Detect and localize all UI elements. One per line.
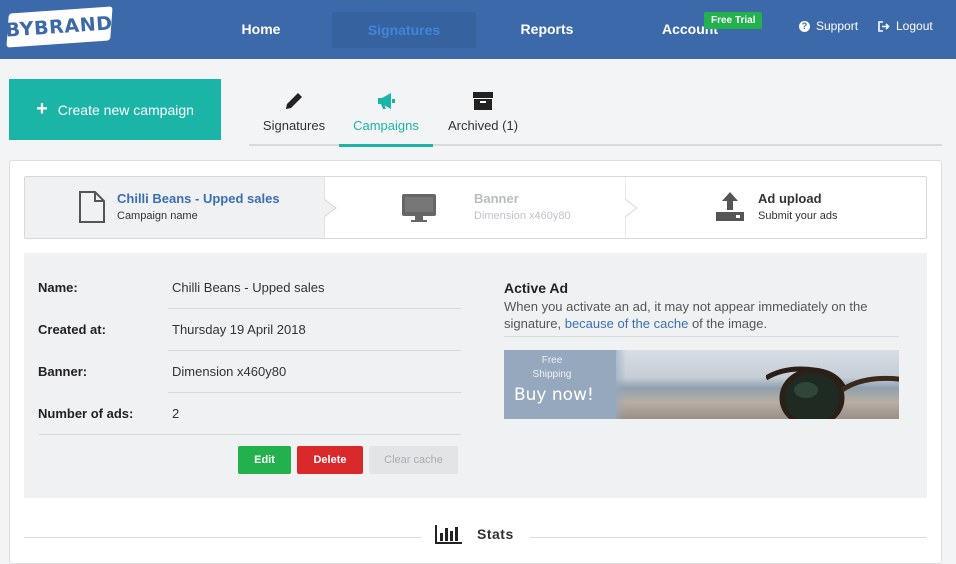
- detail-value: Chilli Beans - Upped sales: [172, 280, 325, 295]
- step-campaign-title: Chilli Beans - Upped sales: [117, 191, 280, 206]
- step-campaign-subtitle: Campaign name: [117, 210, 198, 222]
- edit-button[interactable]: Edit: [238, 446, 291, 474]
- logout-label: Logout: [896, 19, 933, 33]
- detail-label: Banner:: [38, 364, 88, 379]
- question-icon: ?: [799, 20, 810, 32]
- nav-signatures[interactable]: Signatures: [332, 12, 476, 48]
- bybrand-logo[interactable]: BYBRAND: [5, 6, 114, 48]
- pencil-icon: [286, 93, 302, 109]
- monitor-icon: [402, 194, 436, 222]
- detail-value: 2: [172, 406, 180, 421]
- active-ad-title: Active Ad: [504, 280, 569, 296]
- tab-campaigns-label: Campaigns: [353, 118, 419, 133]
- step-banner-title: Banner: [474, 191, 519, 206]
- detail-row: Number of ads: 2: [38, 393, 461, 435]
- nav-reports[interactable]: Reports: [505, 0, 589, 59]
- megaphone-icon: [378, 93, 395, 109]
- detail-row: Name: Chilli Beans - Upped sales: [38, 267, 461, 309]
- clear-cache-button[interactable]: Clear cache: [369, 446, 458, 474]
- active-ad-description: When you activate an ad, it may not appe…: [504, 298, 904, 332]
- create-campaign-label: Create new campaign: [57, 101, 194, 118]
- top-navbar: BYBRAND Home Signatures Reports Account …: [0, 0, 956, 59]
- step-upload-title: Ad upload: [758, 191, 822, 206]
- tab-signatures[interactable]: Signatures: [249, 85, 339, 146]
- detail-label: Created at:: [38, 322, 106, 337]
- step-banner[interactable]: Banner Dimension x460y80: [325, 177, 626, 238]
- nav-home[interactable]: Home: [222, 0, 300, 59]
- stats-header: Stats: [435, 524, 514, 544]
- banner-free-shipping: Free Shipping: [504, 354, 600, 382]
- banner-shipping-text: Shipping: [532, 369, 572, 380]
- tab-signatures-label: Signatures: [262, 118, 326, 133]
- active-ad-divider: [504, 336, 899, 337]
- campaign-steps: Chilli Beans - Upped sales Campaign name…: [24, 176, 927, 239]
- detail-row: Banner: Dimension x460y80: [38, 351, 461, 393]
- banner-fade: [610, 350, 626, 419]
- step-upload-subtitle: Submit your ads: [758, 210, 838, 222]
- create-campaign-button[interactable]: + Create new campaign: [9, 79, 221, 140]
- plus-icon: +: [36, 98, 48, 120]
- cache-link[interactable]: because of the cache: [565, 316, 689, 331]
- sunglasses-icon: [766, 366, 899, 419]
- step-banner-subtitle: Dimension x460y80: [474, 210, 571, 222]
- detail-row: Created at: Thursday 19 April 2018: [38, 309, 461, 351]
- delete-button[interactable]: Delete: [297, 446, 363, 474]
- tab-archived-label: Archived (1): [447, 118, 519, 133]
- archive-icon: [473, 92, 493, 110]
- tab-archived[interactable]: Archived (1): [433, 85, 533, 146]
- logout-icon: [878, 20, 890, 32]
- file-icon: [79, 191, 105, 223]
- banner-free-text: Free: [541, 355, 563, 366]
- step-ad-upload[interactable]: Ad upload Submit your ads: [626, 177, 926, 238]
- bar-chart-icon: [435, 525, 462, 544]
- detail-value: Thursday 19 April 2018: [172, 322, 306, 337]
- ad-banner-image: Free Shipping Buy now!: [504, 350, 899, 419]
- logout-link[interactable]: Logout: [878, 19, 933, 33]
- upload-icon: [716, 192, 744, 221]
- nav-account[interactable]: Account: [648, 0, 732, 59]
- stats-divider-right: [530, 537, 927, 538]
- free-trial-badge: Free Trial: [704, 12, 763, 29]
- banner-cta: Buy now!: [514, 385, 594, 405]
- campaign-details: Name: Chilli Beans - Upped sales Created…: [24, 253, 927, 498]
- detail-value: Dimension x460y80: [172, 364, 287, 379]
- tab-campaigns[interactable]: Campaigns: [339, 85, 433, 147]
- logo-text: BYBRAND: [5, 12, 114, 42]
- stats-divider-left: [24, 537, 421, 538]
- campaign-tabs: Signatures Campaigns Archived (1): [249, 85, 942, 147]
- detail-label: Name:: [38, 280, 78, 295]
- stats-title: Stats: [477, 526, 514, 542]
- step-campaign-name[interactable]: Chilli Beans - Upped sales Campaign name: [25, 177, 325, 238]
- detail-label: Number of ads:: [38, 406, 134, 421]
- support-link[interactable]: ? Support: [799, 19, 858, 33]
- support-label: Support: [816, 19, 859, 33]
- active-ad-desc-tail: of the image.: [691, 316, 768, 331]
